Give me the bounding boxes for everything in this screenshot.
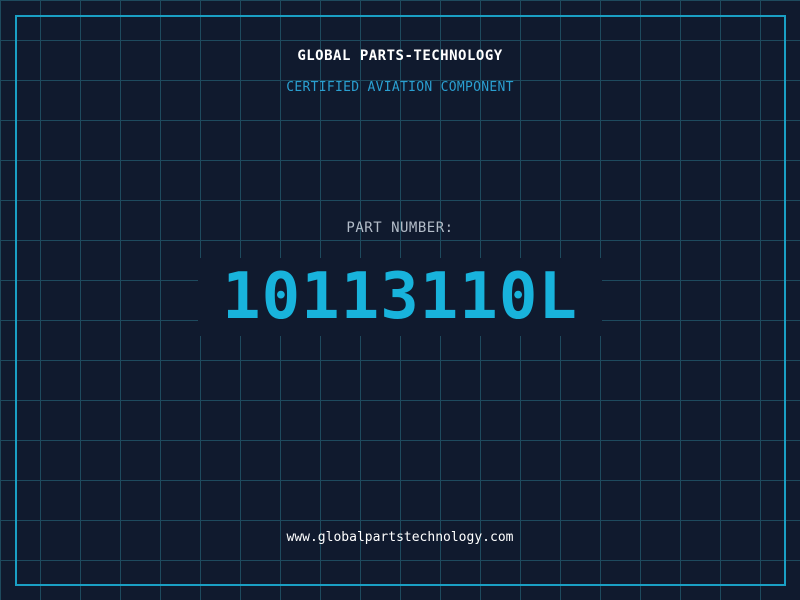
- part-label-card: GLOBAL PARTS-TECHNOLOGY CERTIFIED AVIATI…: [0, 0, 800, 600]
- certification-subtitle: CERTIFIED AVIATION COMPONENT: [286, 80, 514, 95]
- company-name: GLOBAL PARTS-TECHNOLOGY: [297, 48, 503, 64]
- part-number-value: 10113110L: [222, 260, 578, 334]
- website-url: www.globalpartstechnology.com: [286, 530, 514, 545]
- part-number-label: PART NUMBER:: [346, 220, 454, 236]
